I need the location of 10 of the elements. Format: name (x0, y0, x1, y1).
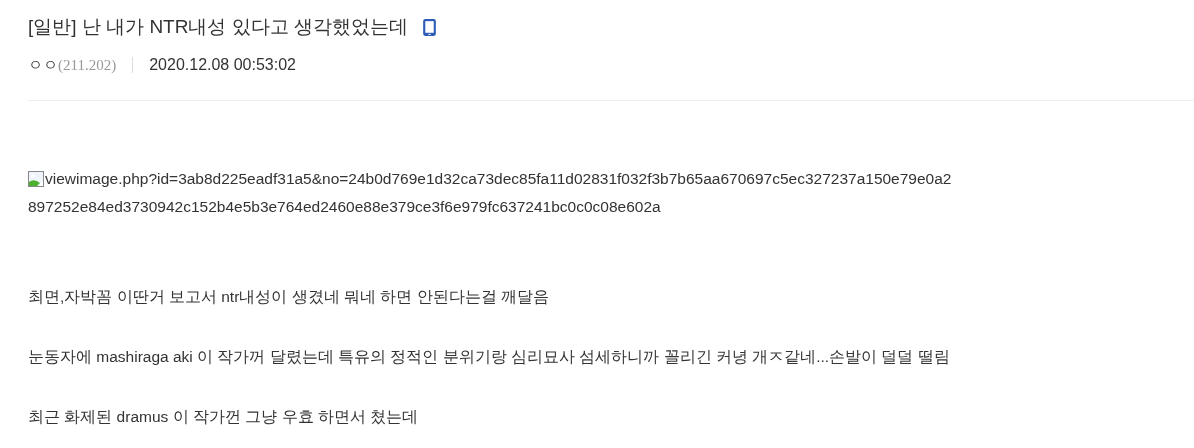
body-text: 눈동자에 mashiraga aki 이 작가꺼 달렸는데 특유의 정적인 분위기랑 심리묘사 섬세하니까 꼴리긴 커녕 개ㅈ같네...손발이 덜덜 떨림 (28, 347, 951, 367)
broken-image-icon (28, 171, 44, 187)
post-date: 2020.12.08 00:53:02 (149, 56, 296, 74)
image-alt-text: viewimage.php?id=3ab8d225eadf31a5&no=24b0d769e1d32ca73dec85fa11d02831f032f3b7b65aa670697c5ec327237a150e79e0a2 (45, 169, 952, 189)
body-text: 최면,자박꼼 이딴거 보고서 ntr내성이 생겼네 뭐네 하면 안된다는걸 깨달음 (28, 287, 550, 307)
image-alt-text: 897252e84ed3730942c152b4e5b3e764ed2460e88e379ce3f6e979fc637241bc0c0c08e602a (28, 197, 661, 217)
post-title: [일반] 난 내가 NTR내성 있다고 생각했었는데 (28, 15, 408, 39)
body-text: 최근 화제된 dramus 이 작가껀 그냥 우효 하면서 쳤는데 (28, 407, 420, 427)
author-name: ㅇㅇ (28, 55, 58, 75)
ip-address: (211.202) (58, 56, 117, 74)
